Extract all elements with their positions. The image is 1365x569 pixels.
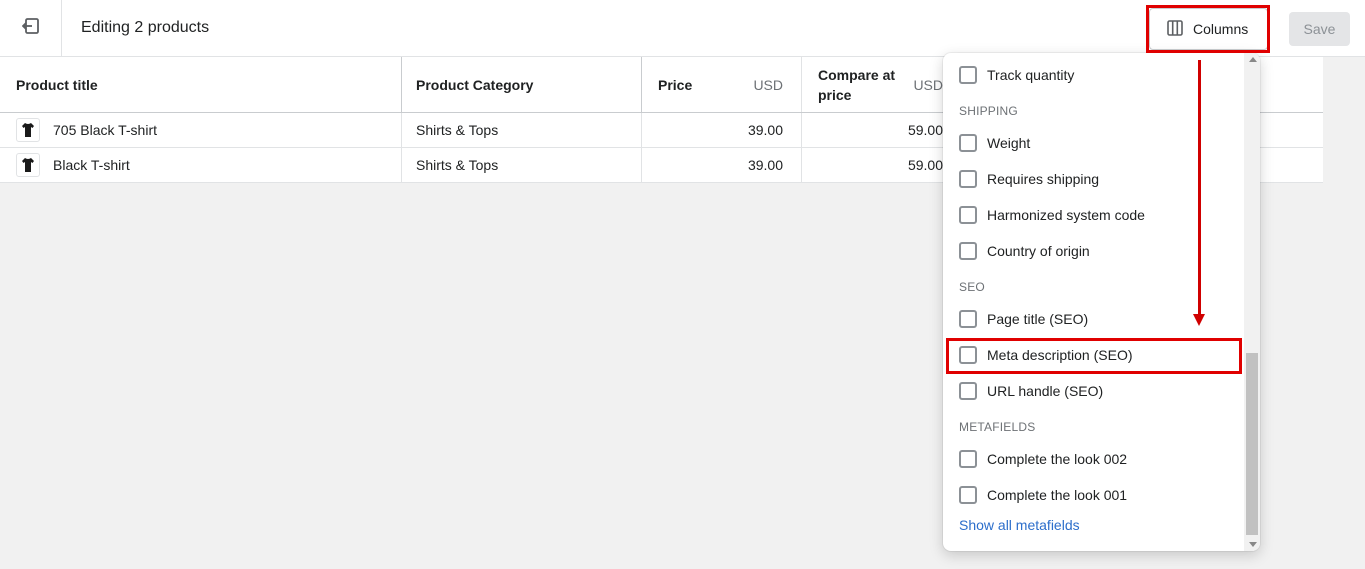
option-label: URL handle (SEO): [987, 383, 1104, 399]
price-text: 39.00: [747, 122, 783, 138]
checkbox[interactable]: [959, 170, 977, 188]
option-label: Page title (SEO): [987, 311, 1089, 327]
price-text: 39.00: [747, 157, 783, 173]
option-meta-description-seo[interactable]: Meta description (SEO): [959, 346, 1133, 364]
checkbox[interactable]: [959, 206, 977, 224]
scroll-down-arrow-icon[interactable]: [1249, 542, 1257, 547]
option-requires-shipping[interactable]: Requires shipping: [959, 170, 1099, 188]
column-header-label: Price: [658, 76, 693, 93]
option-country-of-origin[interactable]: Country of origin: [959, 242, 1090, 260]
cell-product-category[interactable]: Shirts & Tops: [402, 113, 642, 147]
option-label: Weight: [987, 135, 1031, 151]
option-label: Meta description (SEO): [987, 347, 1133, 363]
column-header-product-title[interactable]: Product title: [0, 57, 402, 112]
checkbox[interactable]: [959, 450, 977, 468]
top-bar: Editing 2 products Columns Save: [0, 0, 1365, 57]
section-header-shipping: SHIPPING: [959, 104, 1018, 118]
cell-product-category[interactable]: Shirts & Tops: [402, 148, 642, 182]
option-harmonized-system-code[interactable]: Harmonized system code: [959, 206, 1145, 224]
columns-icon: [1167, 19, 1183, 39]
scroll-up-arrow-icon[interactable]: [1249, 57, 1257, 62]
column-header-label: Product Category: [416, 76, 534, 93]
compare-price-text: 59.00: [907, 122, 943, 138]
checkbox[interactable]: [959, 134, 977, 152]
option-label: Complete the look 002: [987, 451, 1128, 467]
currency-unit: USD: [913, 76, 943, 93]
checkbox[interactable]: [959, 242, 977, 260]
checkbox[interactable]: [959, 66, 977, 84]
column-header-compare-at-price[interactable]: Compare at price USD: [802, 57, 962, 112]
exit-icon: [21, 18, 40, 39]
option-track-quantity[interactable]: Track quantity: [959, 66, 1074, 84]
checkbox[interactable]: [959, 382, 977, 400]
product-category-text: Shirts & Tops: [416, 157, 499, 173]
columns-button-label: Columns: [1193, 21, 1249, 37]
option-label: Track quantity: [987, 67, 1075, 83]
save-button[interactable]: Save: [1289, 12, 1350, 46]
cell-product-title[interactable]: 705 Black T-shirt: [0, 113, 402, 147]
option-label: Harmonized system code: [987, 207, 1145, 223]
page-title: Editing 2 products: [81, 19, 210, 36]
column-header-price[interactable]: Price USD: [642, 57, 802, 112]
product-title-text: 705 Black T-shirt: [53, 122, 158, 138]
cell-product-title[interactable]: Black T-shirt: [0, 148, 402, 182]
checkbox[interactable]: [959, 346, 977, 364]
compare-price-text: 59.00: [907, 157, 943, 173]
checkbox[interactable]: [959, 486, 977, 504]
show-all-metafields-link[interactable]: Show all metafields: [959, 517, 1080, 533]
cell-compare-at-price[interactable]: 59.00: [802, 113, 962, 147]
option-page-title-seo[interactable]: Page title (SEO): [959, 310, 1088, 328]
cell-price[interactable]: 39.00: [642, 148, 802, 182]
scrollbar-thumb[interactable]: [1246, 353, 1258, 535]
checkbox[interactable]: [959, 310, 977, 328]
annotation-arrow-line: [1198, 60, 1201, 318]
product-title-text: Black T-shirt: [53, 157, 130, 173]
option-label: Complete the look 001: [987, 487, 1128, 503]
annotation-arrow-head-icon: [1193, 314, 1205, 326]
option-label: Country of origin: [987, 243, 1090, 259]
column-header-product-category[interactable]: Product Category: [402, 57, 642, 112]
section-header-seo: SEO: [959, 280, 985, 294]
tshirt-thumbnail-icon: [16, 153, 40, 177]
columns-popover: Track quantity SHIPPING Weight Requires …: [943, 53, 1260, 551]
popover-scrollbar[interactable]: [1244, 53, 1260, 551]
currency-unit: USD: [753, 76, 783, 93]
cell-compare-at-price[interactable]: 59.00: [802, 148, 962, 182]
column-header-label: Compare at price: [818, 66, 896, 103]
option-complete-the-look-001[interactable]: Complete the look 001: [959, 486, 1127, 504]
option-weight[interactable]: Weight: [959, 134, 1030, 152]
section-header-metafields: METAFIELDS: [959, 420, 1036, 434]
tshirt-thumbnail-icon: [16, 118, 40, 142]
option-url-handle-seo[interactable]: URL handle (SEO): [959, 382, 1103, 400]
option-label: Requires shipping: [987, 171, 1100, 187]
columns-button[interactable]: Columns: [1149, 8, 1268, 50]
option-complete-the-look-002[interactable]: Complete the look 002: [959, 450, 1127, 468]
product-category-text: Shirts & Tops: [416, 122, 499, 138]
column-header-label: Product title: [16, 76, 98, 93]
cell-price[interactable]: 39.00: [642, 113, 802, 147]
exit-button[interactable]: [0, 0, 62, 57]
